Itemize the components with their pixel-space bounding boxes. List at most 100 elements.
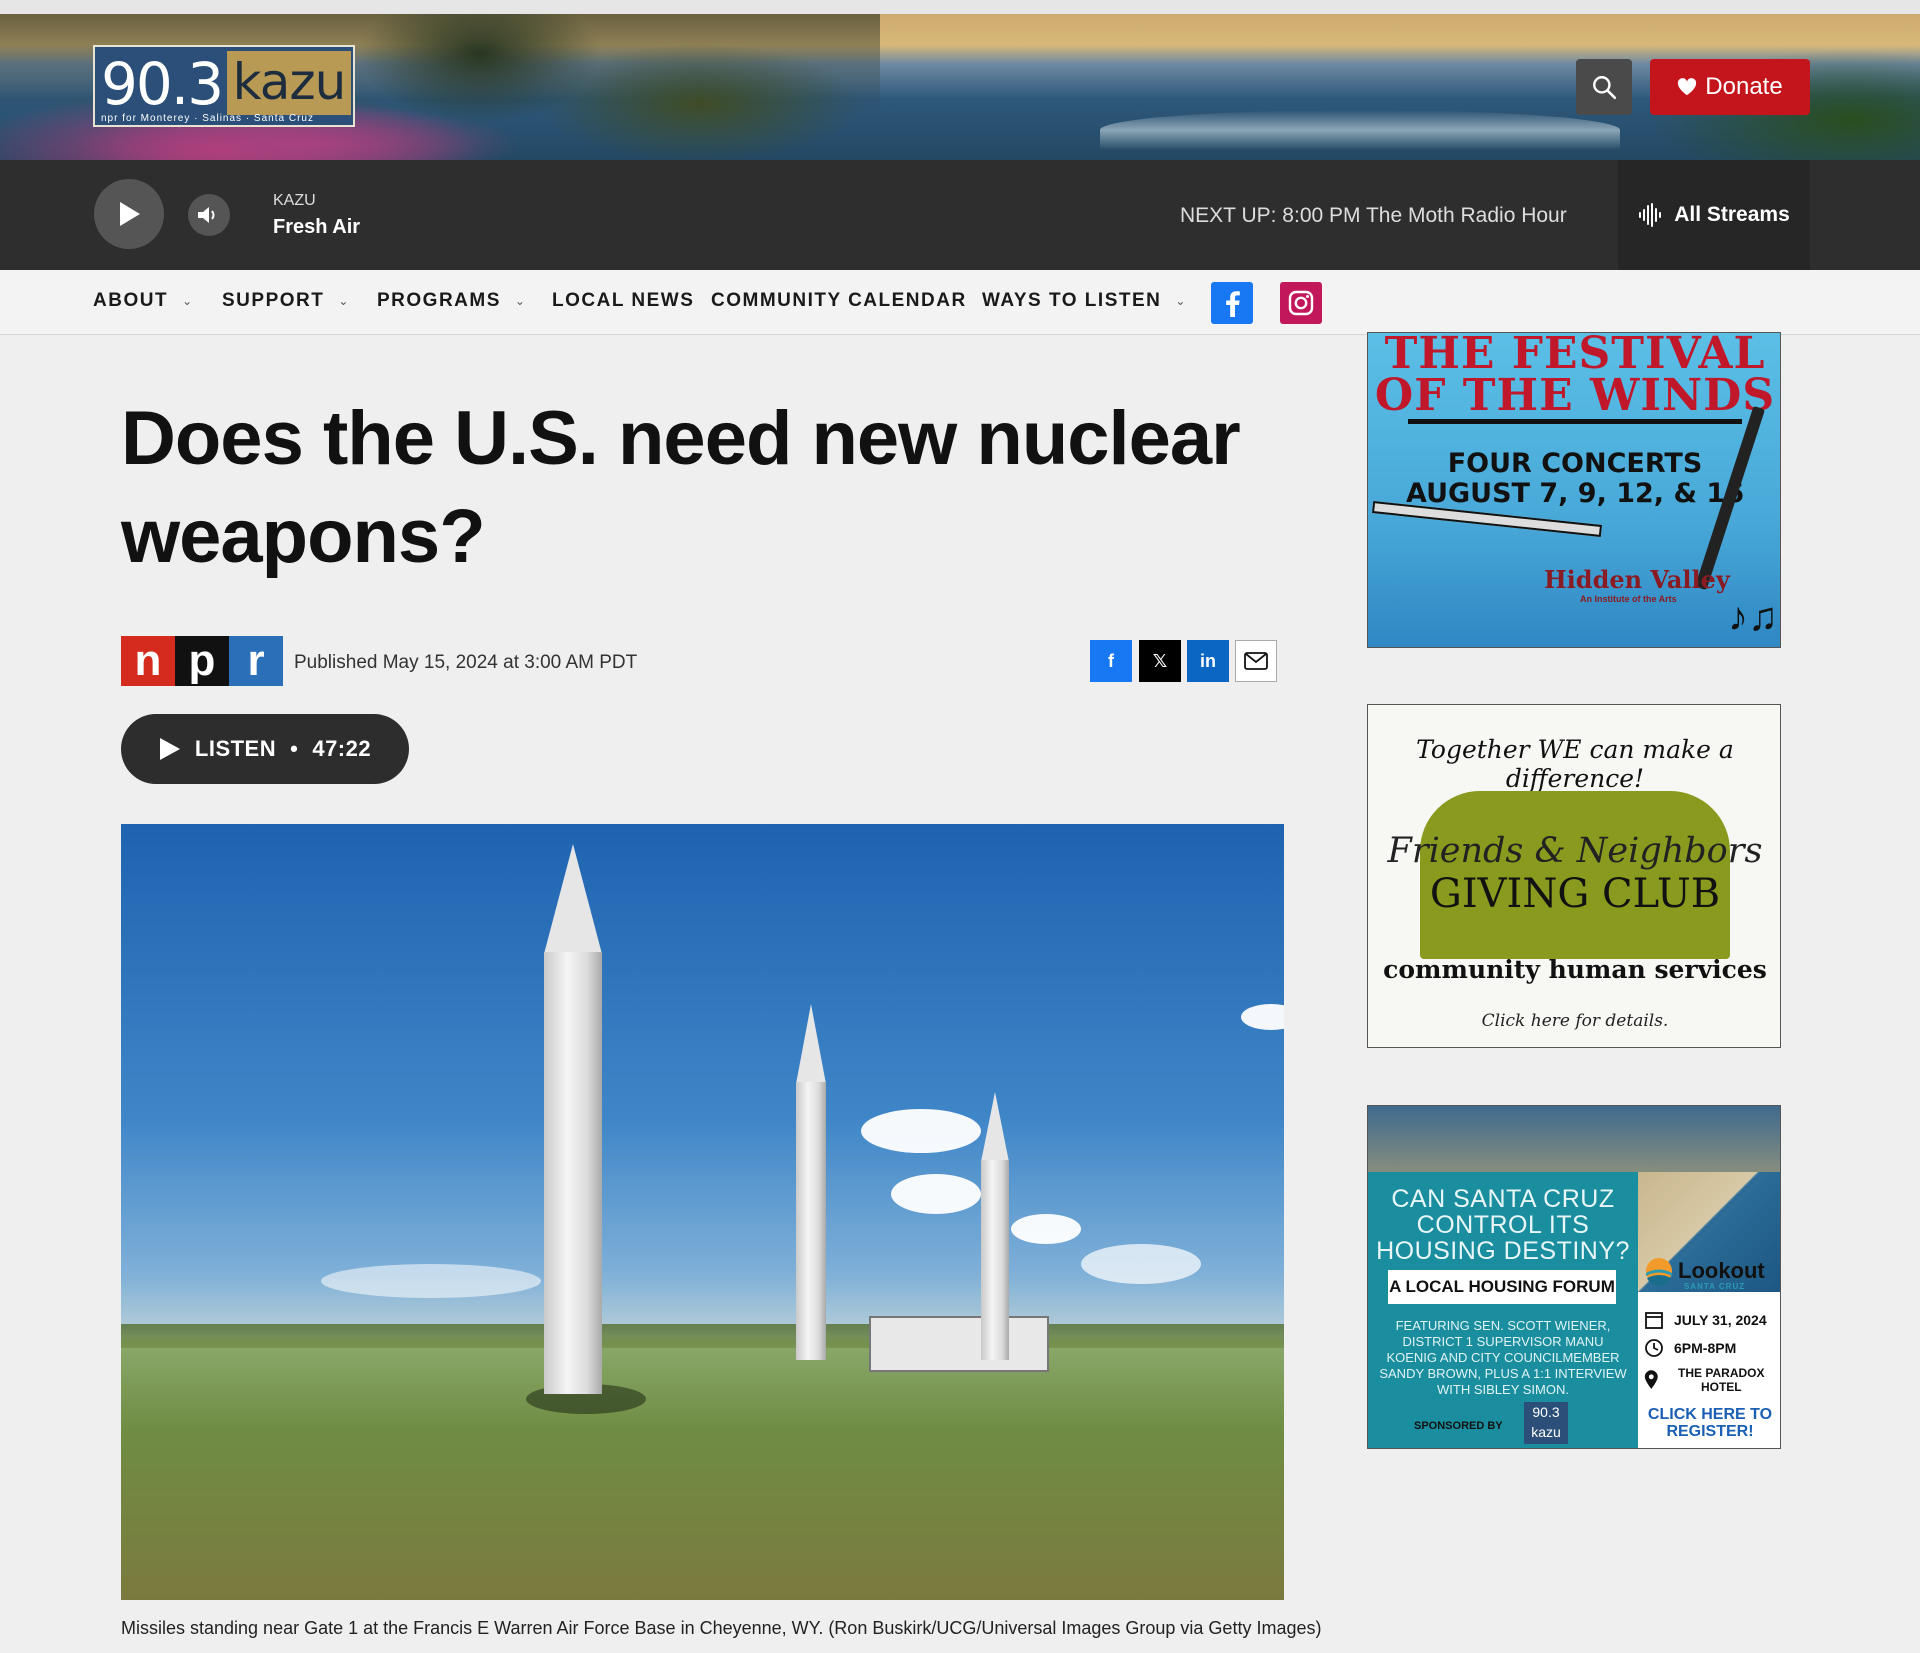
main-nav: ABOUT ⌄ SUPPORT ⌄ PROGRAMS ⌄ LOCAL NEWS … [0,270,1920,335]
x-icon: 𝕏 [1152,650,1168,671]
ad1-brand: Hidden Valley [1544,565,1730,594]
ad3-time-text: 6PM-8PM [1674,1340,1737,1356]
donate-label: Donate [1705,73,1783,100]
listen-button[interactable]: LISTEN • 47:22 [121,714,409,784]
nav-label: LOCAL NEWS [552,290,695,311]
npr-letter-r: r [229,636,283,686]
facebook-link[interactable] [1211,282,1253,324]
ad3-venue: THE PARADOX HOTEL [1644,1366,1774,1394]
nav-item-local-news[interactable]: LOCAL NEWS [552,290,694,312]
ad-housing-forum[interactable]: CAN SANTA CRUZ CONTROL ITS HOUSING DESTI… [1367,1105,1781,1449]
cloud [1241,1004,1284,1030]
cloud [321,1264,541,1298]
search-icon [1593,76,1617,100]
ad3-forum: A LOCAL HOUSING FORUM [1388,1270,1616,1304]
ad1-title: THE FESTIVAL OF THE WINDS [1374,332,1776,421]
ad3-aerial-photo [1368,1106,1780,1176]
next-up-text: NEXT UP: 8:00 PM The Moth Radio Hour [1180,204,1567,227]
logo-tagline: npr for Monterey · Salinas · Santa Cruz [101,113,314,124]
ad3-register-link[interactable]: CLICK HERE TO REGISTER! [1638,1406,1780,1440]
ad2-script: Friends & Neighbors [1387,831,1763,871]
instagram-icon [1288,290,1314,316]
search-button[interactable] [1576,59,1632,115]
article-hero-image [121,824,1284,1600]
facebook-icon [1226,291,1240,317]
listen-separator: • [290,736,299,761]
share-email-button[interactable] [1235,640,1277,682]
calendar-icon [1645,1312,1663,1329]
image-caption: Missiles standing near Gate 1 at the Fra… [121,1618,1322,1638]
published-date: Published May 15, 2024 at 3:00 AM PDT [294,652,638,673]
ad3-body: FEATURING SEN. SCOTT WIENER, DISTRICT 1 … [1379,1318,1627,1397]
nav-item-programs[interactable]: PROGRAMS ⌄ [377,290,526,312]
ad3-date-text: JULY 31, 2024 [1674,1312,1767,1328]
npr-letter-p: p [175,636,229,686]
ad2-club: GIVING CLUB [1429,871,1721,917]
ad-giving-club[interactable]: Together WE can make a difference! Frien… [1367,704,1781,1048]
missile-nose [981,1092,1009,1162]
cloud [1011,1214,1081,1244]
audio-wave-icon [1639,203,1662,227]
trailer [869,1316,1049,1372]
ad1-subtitle: FOUR CONCERTS AUGUST 7, 9, 12, & 16 [1368,448,1780,509]
nav-label: WAYS TO LISTEN [982,290,1162,311]
chevron-down-icon: ⌄ [182,294,194,308]
linkedin-icon: in [1200,650,1216,671]
ad3-kazu-name: kazu [1531,1424,1561,1440]
station-logo[interactable]: 90.3 kazu npr for Monterey · Salinas · S… [93,45,355,127]
listen-duration: 47:22 [312,736,372,761]
heart-icon [1678,78,1697,96]
ad3-sponsored-by: SPONSORED BY [1414,1420,1503,1432]
current-show: Fresh Air [273,216,361,238]
ad2-tagline: Together WE can make a difference! [1416,735,1734,793]
nav-label: ABOUT [93,290,169,311]
play-icon [159,738,180,760]
ad1-line2: AUGUST 7, 9, 12, & 16 [1406,478,1744,509]
npr-logo[interactable]: n p r [121,636,283,686]
nav-item-about[interactable]: ABOUT ⌄ [93,290,194,312]
lookout-sub: SANTA CRUZ [1684,1282,1746,1291]
listen-label: LISTEN [194,736,277,761]
lookout-name: Lookout [1678,1258,1765,1283]
volume-icon [198,207,215,223]
nav-item-community-calendar[interactable]: COMMUNITY CALENDAR [711,290,967,312]
cloud [1081,1244,1201,1284]
station-name: KAZU [273,192,316,209]
share-facebook-button[interactable]: f [1090,640,1132,682]
location-pin-icon [1644,1370,1658,1389]
banner-surf [1100,110,1620,150]
article-headline: Does the U.S. need new nuclear weapons? [121,396,1241,579]
donate-button[interactable]: Donate [1650,59,1810,115]
ad3-kazu-logo: 90.3 kazu [1524,1402,1568,1444]
ad3-venue-text: THE PARADOX HOTEL [1678,1366,1765,1394]
cloud [891,1174,981,1214]
lookout-icon [1646,1258,1672,1286]
tree-line [121,1324,1284,1348]
ad3-time: 6PM-8PM [1644,1338,1736,1358]
ad2-org: community human services [1383,955,1767,984]
all-streams-button[interactable]: All Streams [1618,160,1810,270]
missile-nose [544,844,602,954]
logo-name: kazu [227,51,351,115]
npr-letter-n: n [121,636,175,686]
missile [981,1160,1009,1360]
play-button[interactable] [94,179,164,249]
header-banner: 90.3 kazu npr for Monterey · Salinas · S… [0,0,1920,160]
chevron-down-icon: ⌄ [514,294,527,308]
nav-item-ways-to-listen[interactable]: WAYS TO LISTEN ⌄ [982,290,1187,312]
ad1-line1: FOUR CONCERTS [1447,448,1703,479]
ad-festival-of-the-winds[interactable]: THE FESTIVAL OF THE WINDS FOUR CONCERTS … [1367,332,1781,648]
nav-item-support[interactable]: SUPPORT ⌄ [222,290,350,312]
mail-icon [1244,652,1268,670]
audio-player-bar: KAZU Fresh Air NEXT UP: 8:00 PM The Moth… [0,160,1920,270]
missile [796,1082,826,1360]
cloud [861,1109,981,1153]
ad2-click: Click here for details. [1481,1011,1669,1031]
share-linkedin-button[interactable]: in [1187,640,1229,682]
volume-button[interactable] [188,194,230,236]
logo-number: 90.3 [101,50,224,118]
missile [544,952,602,1394]
share-x-button[interactable]: 𝕏 [1139,640,1181,682]
ad1-brand-sub: An Institute of the Arts [1580,594,1677,604]
instagram-link[interactable] [1280,282,1322,324]
